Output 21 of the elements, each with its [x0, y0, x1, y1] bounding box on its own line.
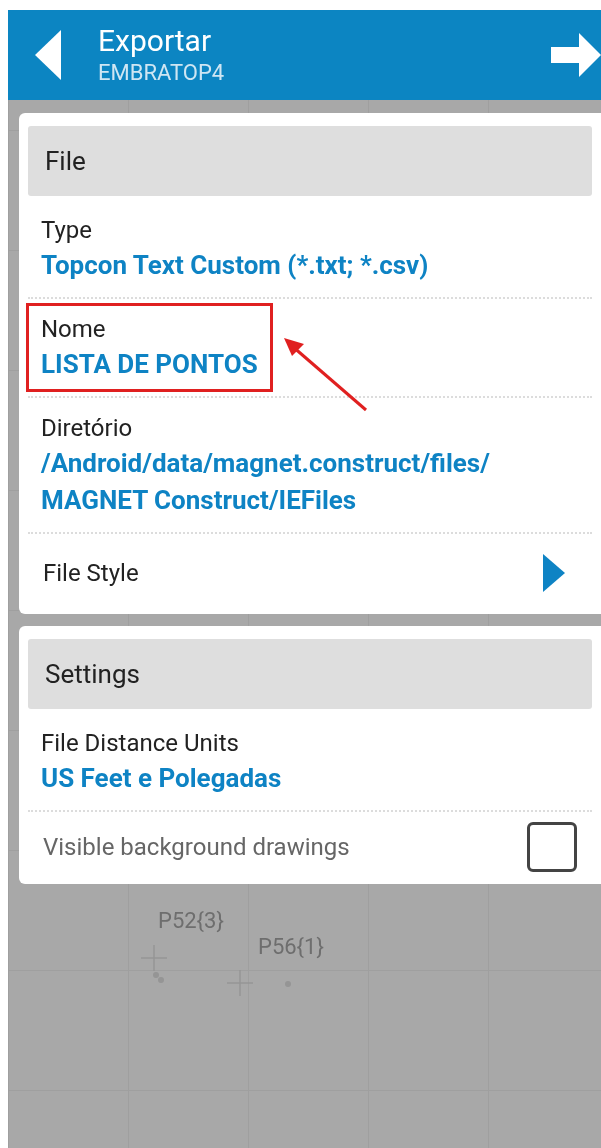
- section-header: File: [28, 126, 592, 196]
- field-label: Type: [41, 215, 94, 246]
- field-label[interactable]: File Style: [43, 555, 139, 591]
- screen-title: Exportar: [98, 23, 213, 59]
- right-arrow-icon[interactable]: [551, 33, 601, 77]
- back-arrow-icon[interactable]: [35, 30, 61, 80]
- point-label: P56{1}: [258, 934, 324, 960]
- screen-subtitle: EMBRATOP4: [98, 59, 226, 87]
- section-header: Settings: [28, 639, 592, 709]
- field-value[interactable]: LISTA DE PONTOS: [41, 346, 258, 383]
- field-value[interactable]: /Android/data/magnet.construct/files/: [41, 445, 490, 482]
- field-value[interactable]: MAGNET Construct/IEFiles: [41, 482, 490, 519]
- chevron-right-icon[interactable]: [543, 554, 565, 592]
- checkbox[interactable]: [527, 822, 577, 872]
- field-label: Nome: [41, 314, 107, 345]
- field-value[interactable]: US Feet e Polegadas: [41, 760, 282, 797]
- field-label: Visible background drawings: [43, 832, 350, 863]
- field-label: Diretório: [41, 413, 134, 444]
- field-value[interactable]: Topcon Text Custom (*.txt; *.csv): [41, 247, 429, 284]
- field-label: File Distance Units: [41, 728, 240, 759]
- point-label: P52{3}: [158, 908, 225, 934]
